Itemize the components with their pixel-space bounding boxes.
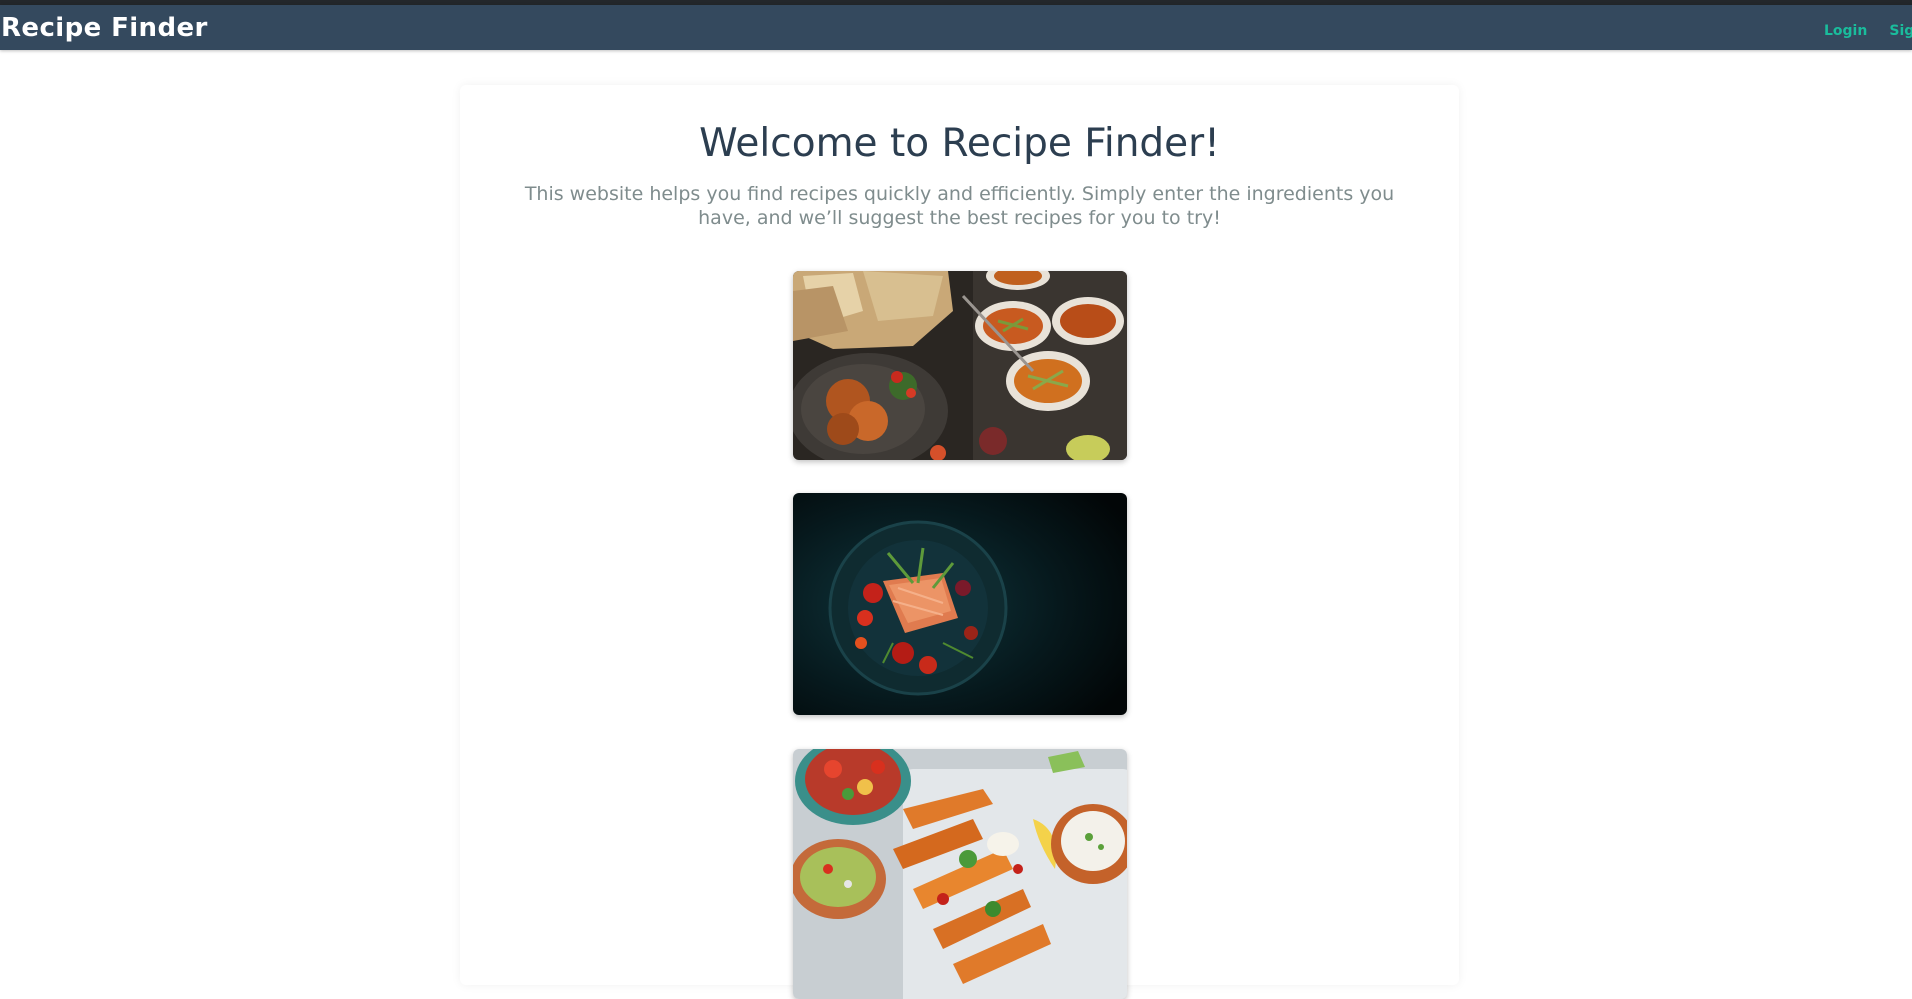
food-spread-photo	[793, 271, 1127, 460]
recipe-image-salad	[793, 749, 1127, 999]
site-brand[interactable]: Recipe Finder	[1, 13, 208, 43]
page-title: Welcome to Recipe Finder!	[699, 121, 1220, 166]
sweet-potato-salad-photo	[793, 749, 1127, 999]
recipe-image-food-spread	[793, 271, 1127, 460]
signup-link[interactable]: Signup	[1889, 23, 1912, 39]
top-navbar: Recipe Finder Login Signup	[0, 5, 1912, 50]
welcome-card: Welcome to Recipe Finder! This website h…	[460, 85, 1459, 999]
salmon-dish-photo	[793, 493, 1127, 715]
recipe-image-salmon	[793, 493, 1127, 715]
page-description: This website helps you find recipes quic…	[524, 183, 1395, 229]
login-link[interactable]: Login	[1824, 23, 1867, 39]
nav-links: Login Signup	[1824, 20, 1912, 39]
